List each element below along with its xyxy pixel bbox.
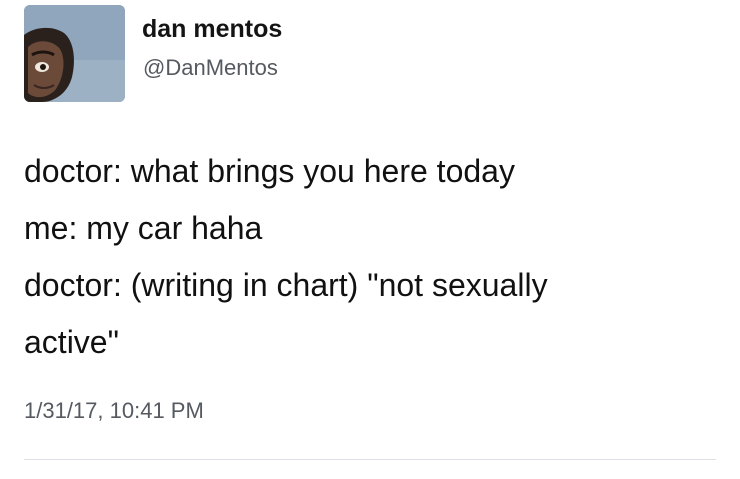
tweet-text-line: active" xyxy=(24,324,119,360)
tweet-text: doctor: what brings you here today me: m… xyxy=(24,143,724,371)
display-name[interactable]: dan mentos xyxy=(142,15,282,44)
tweet-text-line: me: my car haha xyxy=(24,210,263,246)
tweet-text-line: doctor: what brings you here today xyxy=(24,153,515,189)
tweet-card: dan mentos @DanMentos doctor: what bring… xyxy=(0,0,740,479)
avatar[interactable] xyxy=(24,5,125,102)
profile-photo-icon xyxy=(24,5,125,102)
user-handle[interactable]: @DanMentos xyxy=(143,55,278,81)
divider xyxy=(24,459,716,460)
tweet-text-line: doctor: (writing in chart) "not sexually xyxy=(24,267,548,303)
tweet-timestamp[interactable]: 1/31/17, 10:41 PM xyxy=(24,398,204,424)
